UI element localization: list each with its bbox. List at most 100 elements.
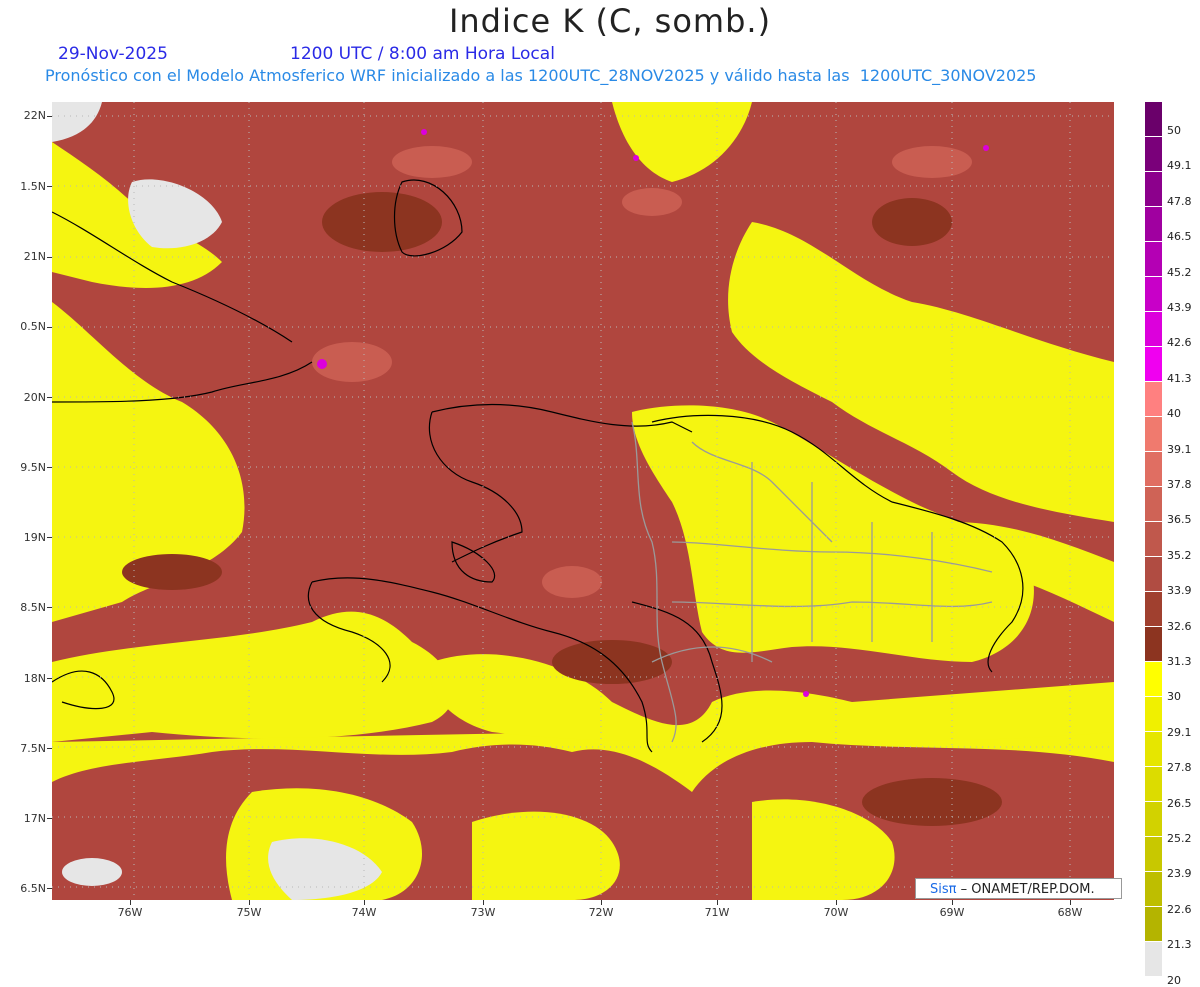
lat-tick bbox=[47, 186, 52, 187]
colorbar-swatch bbox=[1145, 627, 1162, 662]
lon-label: 69W bbox=[939, 906, 965, 919]
lon-label: 74W bbox=[351, 906, 377, 919]
colorbar-swatch bbox=[1145, 417, 1162, 452]
lat-label: 18N bbox=[23, 672, 46, 685]
lat-tick bbox=[47, 888, 52, 889]
lat-tick bbox=[47, 257, 52, 258]
colorbar-label: 47.8 bbox=[1167, 194, 1192, 208]
lon-tick bbox=[130, 900, 131, 905]
colorbar-swatch bbox=[1145, 767, 1162, 802]
lat-tick bbox=[47, 397, 52, 398]
colorbar-swatch bbox=[1145, 242, 1162, 277]
colorbar-label: 25.2 bbox=[1167, 832, 1192, 845]
colorbar-swatch bbox=[1145, 137, 1162, 172]
colorbar-swatch bbox=[1145, 277, 1162, 312]
lat-tick bbox=[47, 116, 52, 117]
lon-tick bbox=[1070, 900, 1071, 905]
colorbar-label: 32.6 bbox=[1167, 619, 1192, 633]
lat-tick bbox=[47, 467, 52, 468]
colorbar-swatch bbox=[1145, 347, 1162, 382]
lat-tick bbox=[47, 818, 52, 819]
colorbar-swatch bbox=[1145, 662, 1162, 697]
colorbar-swatch bbox=[1145, 382, 1162, 417]
colorbar-label: 40 bbox=[1167, 407, 1181, 421]
lon-label: 75W bbox=[236, 906, 262, 919]
lat-tick bbox=[47, 678, 52, 679]
colorbar-swatch bbox=[1145, 802, 1162, 837]
lon-label: 73W bbox=[470, 906, 496, 919]
lon-label: 70W bbox=[823, 906, 849, 919]
k-index-map bbox=[52, 102, 1114, 900]
colorbar-label: 35.2 bbox=[1167, 548, 1192, 562]
colorbar-label: 36.5 bbox=[1167, 513, 1192, 527]
colorbar-swatch bbox=[1145, 592, 1162, 627]
colorbar-swatch bbox=[1145, 172, 1162, 207]
colorbar-label: 29.1 bbox=[1167, 725, 1192, 739]
credit-text: – ONAMET/REP.DOM. bbox=[956, 882, 1095, 897]
colorbar-label: 23.9 bbox=[1167, 867, 1192, 881]
colorbar-label: 49.1 bbox=[1167, 159, 1192, 173]
colorbar-label: 20 bbox=[1167, 973, 1181, 987]
colorbar-label: 22.6 bbox=[1167, 902, 1192, 916]
colorbar-swatch bbox=[1145, 907, 1162, 942]
colorbar-swatch bbox=[1145, 557, 1162, 592]
colorbar-label: 43.9 bbox=[1167, 301, 1192, 314]
lat-tick bbox=[47, 748, 52, 749]
forecast-date: 29-Nov-2025 bbox=[58, 44, 168, 64]
colorbar-swatch bbox=[1145, 207, 1162, 242]
lat-label: 7.5N bbox=[20, 742, 46, 755]
colorbar-swatch bbox=[1145, 522, 1162, 557]
colorbar-swatch bbox=[1145, 872, 1162, 907]
lat-tick bbox=[47, 537, 52, 538]
colorbar-label: 50 bbox=[1167, 124, 1181, 137]
lon-label: 72W bbox=[588, 906, 614, 919]
colorbar-swatch bbox=[1145, 697, 1162, 732]
colorbar-label: 30 bbox=[1167, 690, 1181, 704]
lat-label: 17N bbox=[23, 812, 46, 825]
lon-tick bbox=[483, 900, 484, 905]
colorbar-label: 21.3 bbox=[1167, 938, 1192, 952]
lat-label: 21N bbox=[23, 250, 46, 263]
lon-tick bbox=[717, 900, 718, 905]
colorbar-swatch bbox=[1145, 942, 1162, 977]
colorbar-swatch bbox=[1145, 312, 1162, 347]
lon-tick bbox=[364, 900, 365, 905]
lat-label: 20N bbox=[23, 391, 46, 404]
colorbar-swatch bbox=[1145, 732, 1162, 767]
colorbar-swatch bbox=[1145, 452, 1162, 487]
lat-label: 22N bbox=[23, 109, 46, 122]
colorbar-swatch bbox=[1145, 837, 1162, 872]
colorbar bbox=[1145, 102, 1162, 977]
colorbar-label: 31.3 bbox=[1167, 655, 1192, 668]
lat-tick bbox=[47, 327, 52, 328]
map-fill bbox=[52, 102, 1114, 900]
lat-label: 9.5N bbox=[20, 461, 46, 474]
map-title: Indice K (C, somb.) bbox=[448, 2, 772, 40]
colorbar-label: 46.5 bbox=[1167, 230, 1192, 244]
colorbar-label: 45.2 bbox=[1167, 265, 1192, 279]
colorbar-label: 39.1 bbox=[1167, 442, 1192, 456]
lat-label: 8.5N bbox=[20, 601, 46, 614]
colorbar-swatch bbox=[1145, 102, 1162, 137]
lon-label: 71W bbox=[704, 906, 730, 919]
credit-brand: Sisπ bbox=[930, 882, 957, 897]
colorbar-label: 26.5 bbox=[1167, 796, 1192, 810]
lon-tick bbox=[952, 900, 953, 905]
credit-box: Sisπ – ONAMET/REP.DOM. bbox=[915, 878, 1122, 899]
lon-tick bbox=[836, 900, 837, 905]
colorbar-label: 33.9 bbox=[1167, 584, 1192, 598]
lat-tick bbox=[47, 607, 52, 608]
colorbar-label: 27.8 bbox=[1167, 761, 1192, 775]
colorbar-swatch bbox=[1145, 487, 1162, 522]
lat-label: 19N bbox=[23, 531, 46, 544]
lat-label: 1.5N bbox=[20, 180, 46, 193]
lon-tick bbox=[249, 900, 250, 905]
lon-label: 68W bbox=[1057, 906, 1083, 919]
lat-label: 6.5N bbox=[20, 882, 46, 895]
colorbar-label: 41.3 bbox=[1167, 371, 1192, 385]
model-subtitle: Pronóstico con el Modelo Atmosferico WRF… bbox=[45, 66, 1037, 85]
colorbar-label: 37.8 bbox=[1167, 478, 1192, 491]
colorbar-label: 42.6 bbox=[1167, 336, 1192, 350]
lon-tick bbox=[601, 900, 602, 905]
forecast-time: 1200 UTC / 8:00 am Hora Local bbox=[290, 44, 555, 64]
